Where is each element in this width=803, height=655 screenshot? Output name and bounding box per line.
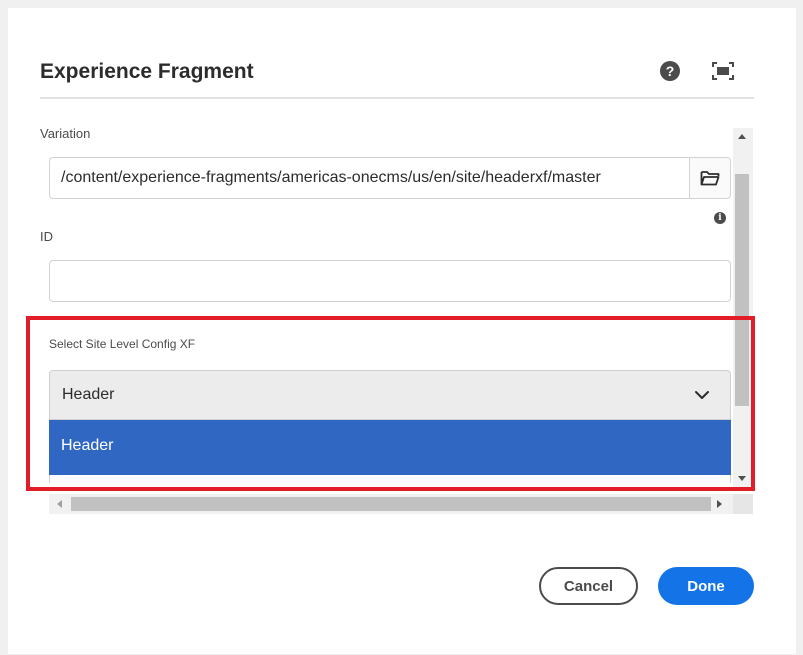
id-input[interactable] <box>49 260 731 302</box>
fullscreen-icon[interactable] <box>712 62 734 80</box>
horizontal-scroll-thumb[interactable] <box>71 497 711 511</box>
chevron-down-icon <box>695 391 709 399</box>
dropdown-list <box>49 475 731 483</box>
vertical-scrollbar[interactable] <box>733 128 753 488</box>
variation-path-input[interactable] <box>49 157 689 199</box>
title-divider <box>40 97 754 99</box>
dialog-title: Experience Fragment <box>40 60 254 83</box>
browse-button[interactable] <box>689 157 731 199</box>
help-icon[interactable]: ? <box>660 61 680 81</box>
scroll-right-arrow[interactable] <box>717 500 722 508</box>
site-config-label: Select Site Level Config XF <box>49 337 196 351</box>
variation-label: Variation <box>40 126 91 141</box>
scroll-down-arrow[interactable] <box>738 476 746 481</box>
vertical-scroll-thumb[interactable] <box>735 174 749 406</box>
dropdown-option-header[interactable]: Header <box>49 420 731 475</box>
dialog-content: Variation i ID Select Site Level Config … <box>40 115 754 517</box>
cancel-button[interactable]: Cancel <box>539 567 638 605</box>
selected-value: Header <box>62 386 115 403</box>
folder-icon <box>700 171 720 186</box>
info-icon[interactable]: i <box>714 212 726 224</box>
scroll-corner <box>733 494 753 514</box>
site-config-select[interactable]: Header <box>49 370 731 420</box>
done-button[interactable]: Done <box>658 567 754 605</box>
scroll-left-arrow[interactable] <box>57 500 62 508</box>
dropdown-option-label: Header <box>61 437 114 454</box>
scroll-up-arrow[interactable] <box>738 134 746 139</box>
horizontal-scrollbar[interactable] <box>49 494 733 514</box>
id-label: ID <box>40 229 53 244</box>
